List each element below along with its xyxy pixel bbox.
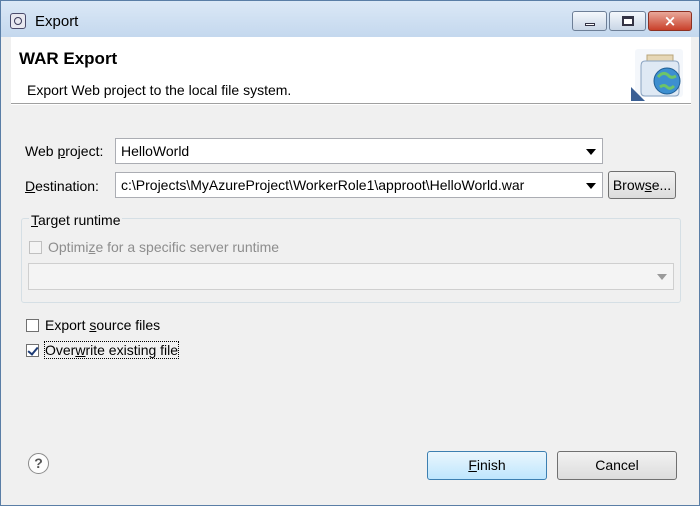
runtime-combo[interactable] xyxy=(28,263,674,290)
overwrite-label: Overwrite existing file xyxy=(43,341,180,359)
close-button[interactable]: × xyxy=(648,11,692,31)
optimize-runtime-label: Optimize for a specific server runtime xyxy=(48,239,280,255)
header-separator xyxy=(11,103,691,105)
web-project-label: Web project: xyxy=(25,143,104,159)
page-title: WAR Export xyxy=(19,49,118,68)
minimize-icon xyxy=(585,23,595,26)
page-description: Export Web project to the local file sys… xyxy=(27,82,292,98)
overwrite-checkbox[interactable] xyxy=(26,344,39,357)
export-source-label: Export source files xyxy=(45,317,161,333)
finish-button[interactable]: Finish xyxy=(427,451,547,480)
web-project-combo[interactable]: HelloWorld xyxy=(115,138,603,164)
export-dialog: Export × WAR Export Export Web project t… xyxy=(0,0,700,506)
destination-combo[interactable]: c:\Projects\MyAzureProject\WorkerRole1\a… xyxy=(115,172,603,198)
maximize-button[interactable] xyxy=(609,11,646,31)
destination-label: Destination: xyxy=(25,178,99,194)
eclipse-app-icon xyxy=(10,13,26,29)
war-export-banner-icon xyxy=(631,49,683,101)
target-runtime-title: Target runtime xyxy=(29,212,123,228)
chevron-down-icon xyxy=(657,274,667,280)
cancel-button[interactable]: Cancel xyxy=(557,451,677,480)
destination-value: c:\Projects\MyAzureProject\WorkerRole1\a… xyxy=(121,177,525,193)
close-icon: × xyxy=(663,12,677,30)
title-bar[interactable]: Export × xyxy=(1,1,699,37)
export-source-checkbox[interactable] xyxy=(26,319,39,332)
minimize-button[interactable] xyxy=(572,11,607,31)
maximize-icon xyxy=(622,16,634,26)
optimize-runtime-checkbox[interactable] xyxy=(29,241,42,254)
wizard-header: WAR Export Export Web project to the loc… xyxy=(11,37,691,103)
browse-button[interactable]: Browse... xyxy=(608,171,676,199)
window-title: Export xyxy=(35,13,79,30)
help-icon[interactable]: ? xyxy=(28,453,49,474)
chevron-down-icon xyxy=(586,149,596,155)
chevron-down-icon xyxy=(586,183,596,189)
target-runtime-group xyxy=(21,218,681,303)
web-project-value: HelloWorld xyxy=(121,143,190,159)
